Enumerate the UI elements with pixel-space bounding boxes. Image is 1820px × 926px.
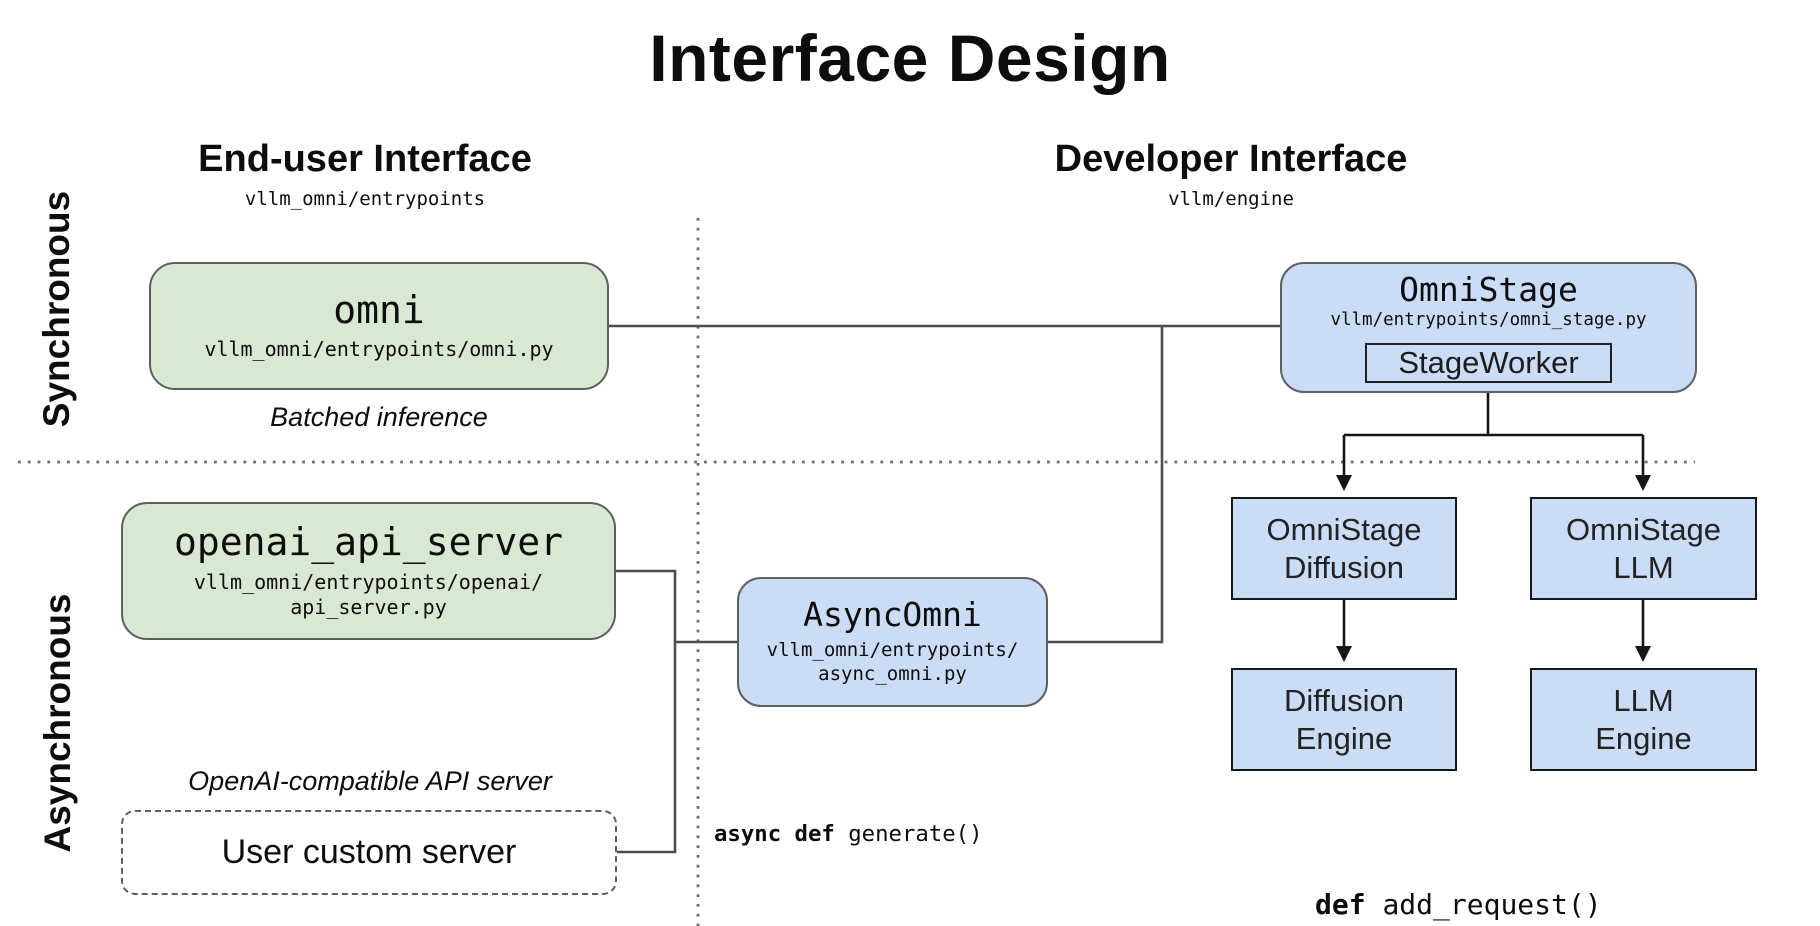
llm-engine-line1: LLM: [1613, 682, 1673, 720]
llm-engine-box: LLM Engine: [1530, 668, 1757, 771]
user-custom-server-node: User custom server: [121, 810, 617, 895]
omnistage-diffusion-line1: OmniStage: [1266, 511, 1421, 549]
connector-asyncomni-to-omnistage-line: [1048, 326, 1162, 642]
synchronous-row-label: Synchronous: [34, 139, 80, 479]
async-omni-path-line2: async_omni.py: [818, 663, 967, 687]
omnistage-diffusion-box: OmniStage Diffusion: [1231, 497, 1457, 600]
keyword: async def: [714, 821, 848, 847]
omni-node-title: omni: [333, 290, 425, 332]
openai-api-server-node: openai_api_server vllm_omni/entrypoints/…: [121, 502, 616, 640]
interface-design-diagram: Interface Design End-user Interface vllm…: [0, 0, 1820, 926]
async-omni-path-line1: vllm_omni/entrypoints/: [767, 639, 1019, 663]
asynchronous-row-label: Asynchronous: [35, 553, 81, 893]
omnistage-llm-line2: LLM: [1613, 549, 1673, 587]
page-title: Interface Design: [0, 20, 1820, 96]
developer-interface-path: vllm/engine: [931, 188, 1531, 210]
developer-interface-header: Developer Interface: [931, 138, 1531, 181]
openai-api-server-path-line1: vllm_omni/entrypoints/openai/: [194, 570, 543, 595]
end-user-interface-header: End-user Interface: [65, 138, 665, 181]
async-omni-code-block: async def generate() async def abort() +…: [714, 737, 1036, 926]
stage-methods-code-block: def add_request() def abort_request() de…: [1315, 800, 1635, 926]
omni-node-path: vllm_omni/entrypoints/omni.py: [204, 337, 553, 362]
openai-api-server-path-line2: api_server.py: [290, 595, 447, 620]
connector-openai-to-usercustom: [616, 571, 675, 852]
batched-inference-caption: Batched inference: [129, 402, 629, 433]
code-text: generate(): [848, 821, 982, 847]
code-line-generate: async def generate(): [714, 815, 1036, 854]
openai-compatible-caption: OpenAI-compatible API server: [120, 766, 620, 797]
omnistage-diffusion-line2: Diffusion: [1284, 549, 1404, 587]
async-omni-title: AsyncOmni: [803, 597, 982, 633]
llm-engine-line2: Engine: [1595, 720, 1692, 758]
diffusion-engine-line2: Engine: [1296, 720, 1393, 758]
user-custom-server-label: User custom server: [222, 833, 517, 872]
omni-stage-title: OmniStage: [1399, 272, 1578, 308]
openai-api-server-title: openai_api_server: [174, 522, 563, 564]
diffusion-engine-box: Diffusion Engine: [1231, 668, 1457, 771]
code-line-add-request: def add_request(): [1315, 884, 1635, 926]
omni-node: omni vllm_omni/entrypoints/omni.py: [149, 262, 609, 390]
omnistage-llm-line1: OmniStage: [1566, 511, 1721, 549]
async-omni-node: AsyncOmni vllm_omni/entrypoints/ async_o…: [737, 577, 1048, 707]
stage-worker-box: StageWorker: [1365, 343, 1612, 383]
end-user-interface-path: vllm_omni/entrypoints: [65, 188, 665, 210]
keyword: def: [1315, 888, 1382, 921]
stage-worker-label: StageWorker: [1398, 345, 1578, 381]
omnistage-llm-box: OmniStage LLM: [1530, 497, 1757, 600]
omni-stage-path: vllm/entrypoints/omni_stage.py: [1330, 310, 1646, 332]
code-text: add_request(): [1382, 888, 1601, 921]
diffusion-engine-line1: Diffusion: [1284, 682, 1404, 720]
